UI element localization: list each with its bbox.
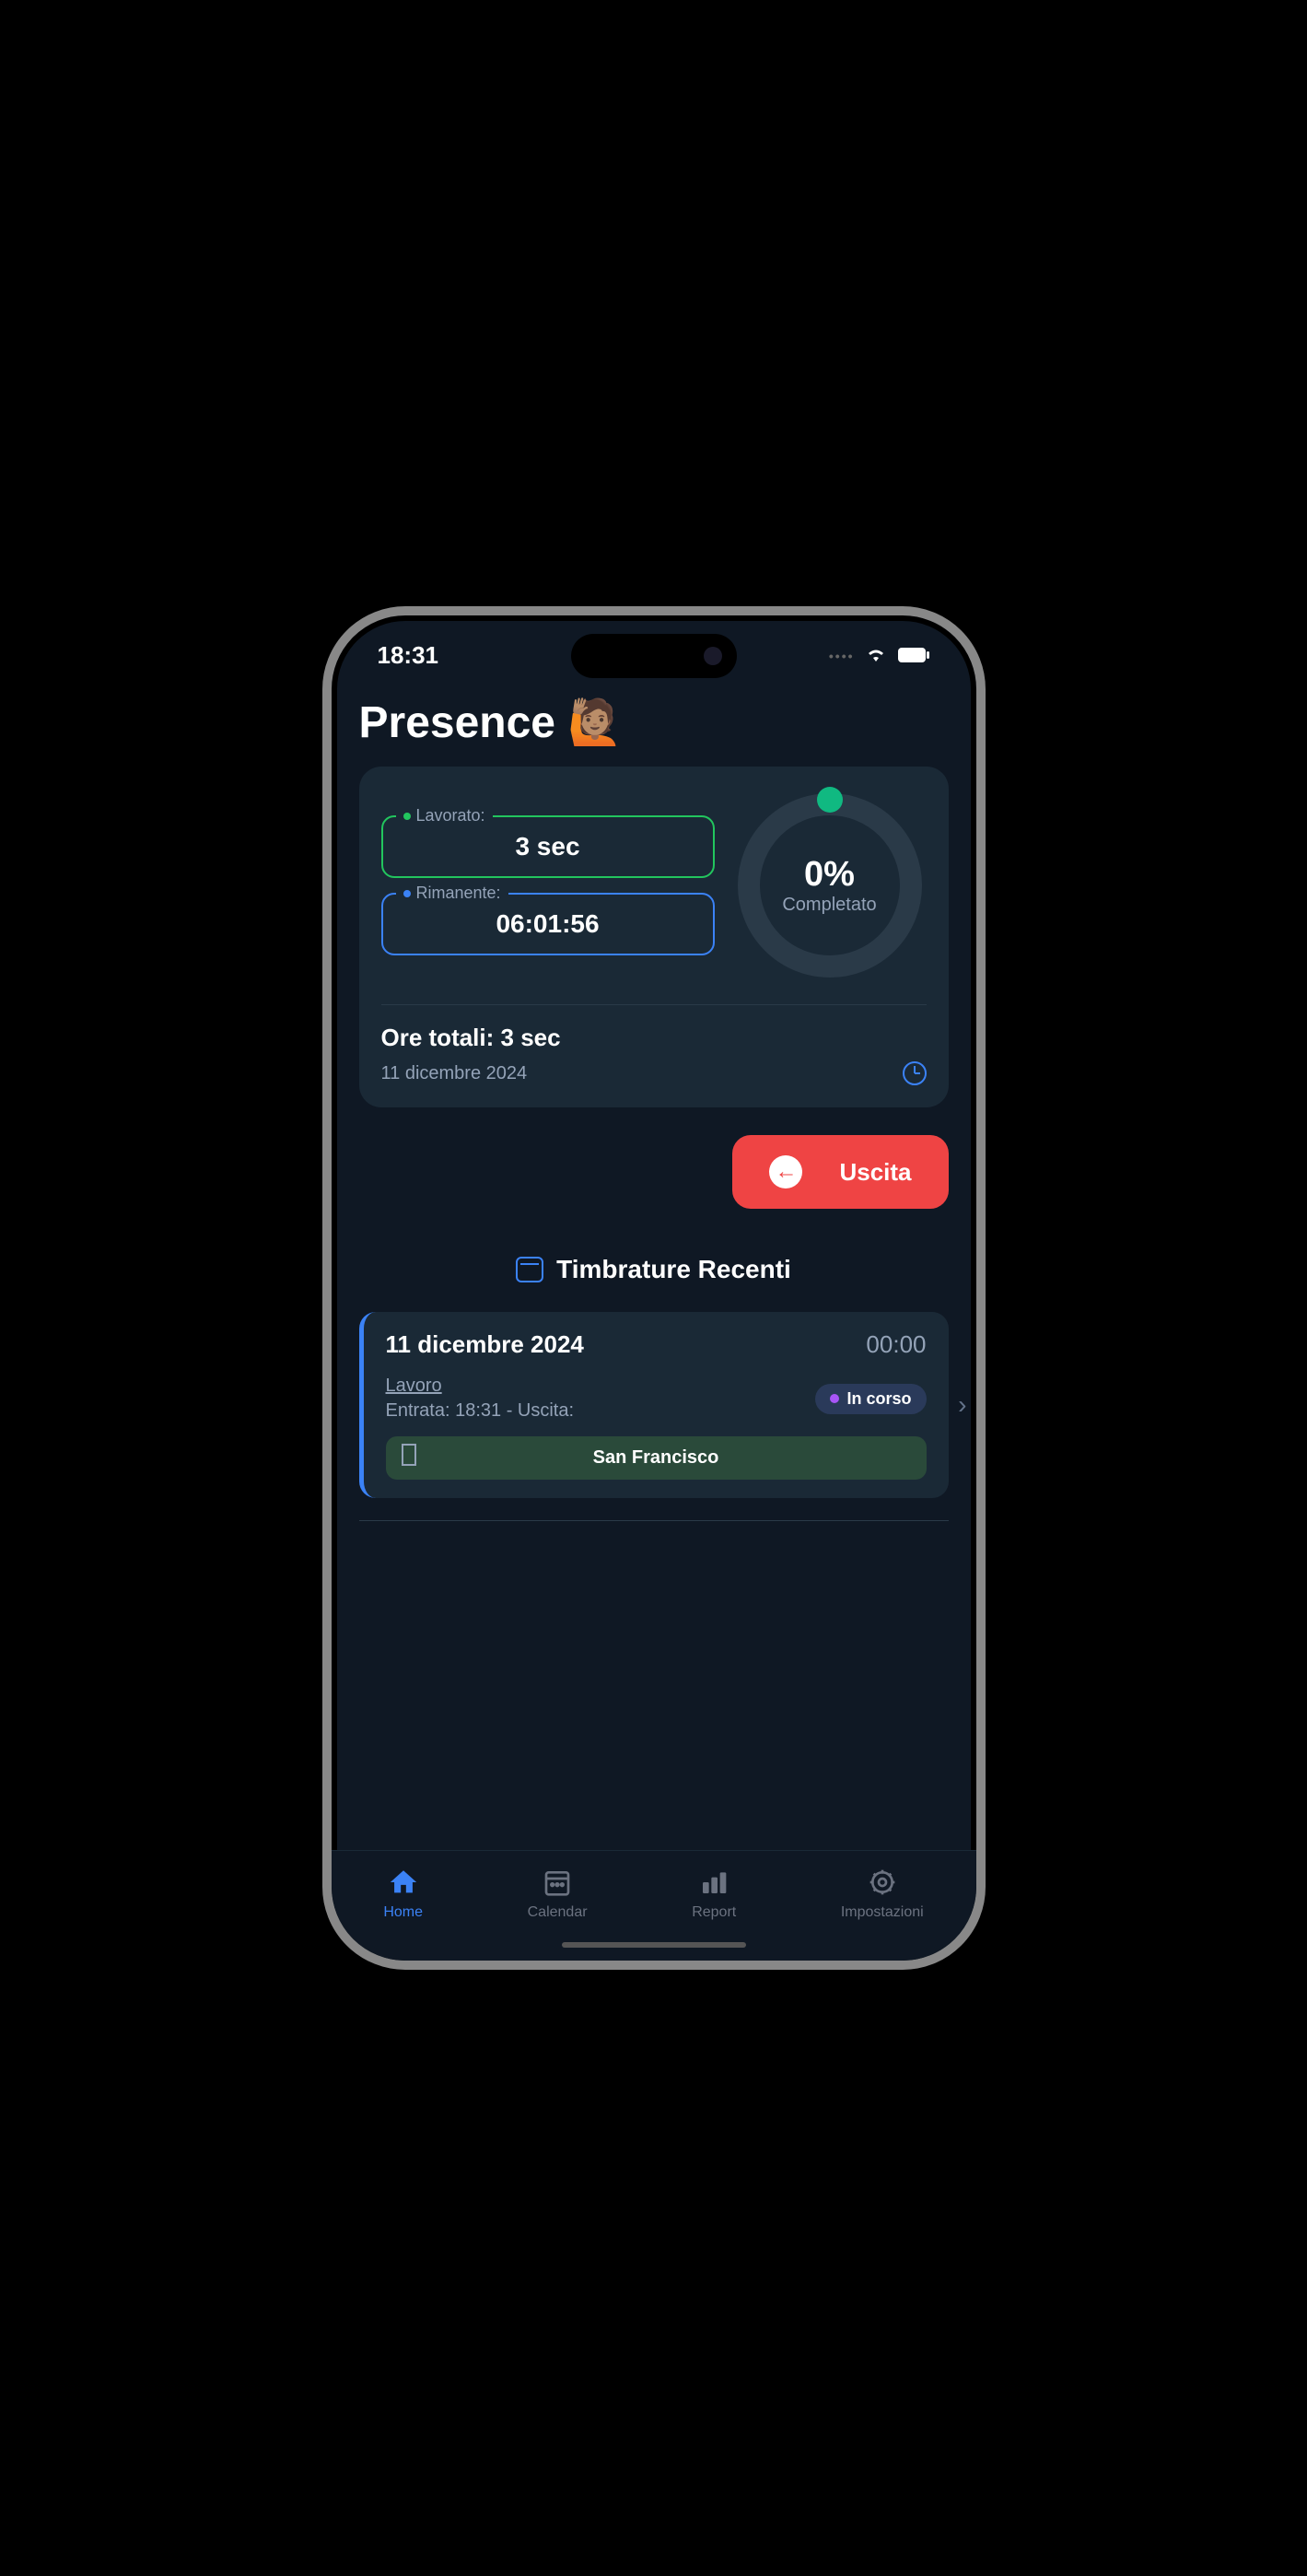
record-card: 11 dicembre 2024 00:00 Lavoro Entrata: 1… [359,1312,949,1498]
clock-icon[interactable] [903,1061,927,1085]
power-button [984,984,986,1122]
exit-label: Uscita [839,1158,911,1187]
location-bar: San Francisco [386,1436,927,1480]
record-duration: 00:00 [866,1330,926,1359]
worked-label: Lavorato: [396,806,493,825]
cellular-icon: •••• [829,649,855,663]
status-badge: In corso [815,1384,926,1414]
arrow-left-icon: ← [769,1155,802,1188]
tab-settings[interactable]: Impostazioni [841,1866,924,1921]
building-icon [401,1443,421,1473]
remaining-value: 06:01:56 [402,909,694,939]
location-text: San Francisco [593,1447,719,1469]
volume-button [322,873,324,919]
recent-section-header: Timbrature Recenti [359,1255,949,1284]
total-hours: Ore totali: 3 sec [381,1024,927,1052]
tab-calendar[interactable]: Calendar [528,1866,588,1921]
exit-button[interactable]: ← Uscita [732,1135,948,1209]
page-title: Presence 🙋🏽 [359,696,949,748]
work-times: Entrata: 18:31 - Uscita: [386,1400,575,1422]
summary-card: Lavorato: 3 sec Rimanente: 06:01:56 0% [359,767,949,1107]
record-body: Lavoro Entrata: 18:31 - Uscita: In corso [386,1376,927,1422]
worked-value: 3 sec [402,832,694,861]
dynamic-island [571,634,737,678]
chart-icon [699,1866,729,1899]
worked-box: Lavorato: 3 sec [381,815,715,878]
summary-date: 11 dicembre 2024 [381,1063,528,1084]
progress-ring: 0% Completato [733,789,927,982]
tab-home[interactable]: Home [383,1866,423,1921]
status-icons: •••• [829,641,930,670]
tab-label: Report [692,1904,736,1921]
calendar-icon [516,1257,543,1282]
tab-label: Calendar [528,1904,588,1921]
record-info: Lavoro Entrata: 18:31 - Uscita: [386,1376,575,1422]
gear-icon [868,1866,897,1899]
progress-indicator-dot [817,787,843,813]
record-row[interactable]: 11 dicembre 2024 00:00 Lavoro Entrata: 1… [359,1312,949,1498]
work-type-label[interactable]: Lavoro [386,1376,575,1397]
remaining-label: Rimanente: [396,884,508,903]
home-indicator[interactable] [562,1942,746,1948]
tab-label: Home [383,1904,423,1921]
app-content: Presence 🙋🏽 Lavorato: 3 sec Rimanente: 0… [332,677,976,1875]
phone-frame: 18:31 •••• Presence 🙋🏽 Lavorato: 3 sec [322,606,986,1970]
date-row: 11 dicembre 2024 [381,1061,927,1085]
wifi-icon [864,641,888,670]
record-date: 11 dicembre 2024 [386,1330,584,1359]
time-boxes: Lavorato: 3 sec Rimanente: 06:01:56 [381,815,715,955]
volume-button [322,1067,324,1159]
volume-button [322,956,324,1048]
battery-icon [897,641,930,670]
tab-report[interactable]: Report [692,1866,736,1921]
home-icon [388,1866,419,1899]
status-time: 18:31 [378,641,439,670]
record-header: 11 dicembre 2024 00:00 [386,1330,927,1359]
chevron-right-icon: › [958,1390,966,1420]
status-text: In corso [846,1389,911,1409]
divider [359,1520,949,1521]
calendar-icon [543,1866,572,1899]
recent-title: Timbrature Recenti [556,1255,791,1284]
remaining-box: Rimanente: 06:01:56 [381,893,715,955]
tab-label: Impostazioni [841,1904,924,1921]
summary-top: Lavorato: 3 sec Rimanente: 06:01:56 0% [381,789,927,1005]
